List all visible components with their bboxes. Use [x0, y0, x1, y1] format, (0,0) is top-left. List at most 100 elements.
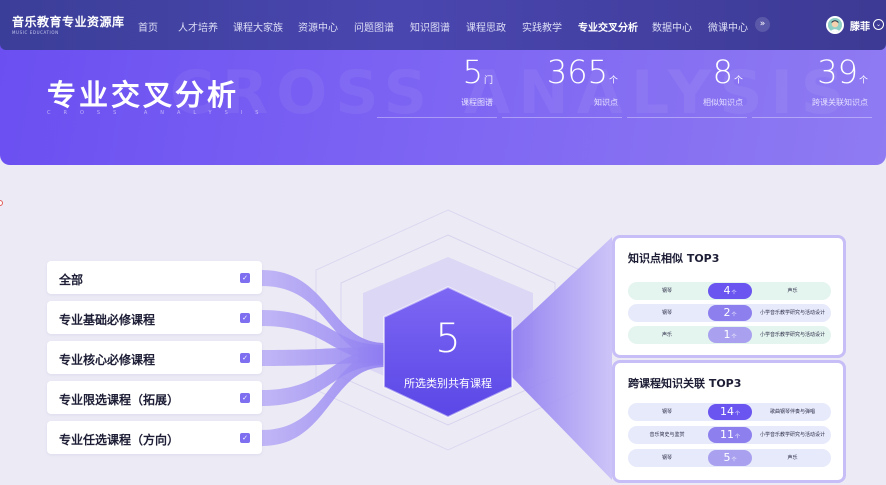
stat-label: 知识点	[594, 98, 618, 107]
row-right-course: 小学音乐教学研究与活动设计	[759, 332, 825, 338]
checkbox-checked-icon[interactable]: ✓	[240, 393, 250, 403]
nav-item-ideology[interactable]: 课程思政	[466, 19, 506, 34]
row-left-course: 钢琴	[661, 288, 672, 294]
card-title: 知识点相似 TOP3	[628, 252, 720, 265]
row-count-unit: 个	[734, 411, 740, 417]
row-count-unit: 个	[731, 312, 737, 318]
row-count-pill: 11个	[708, 427, 752, 443]
user-name[interactable]: 滕菲	[850, 18, 870, 33]
row-count: 4	[723, 284, 731, 297]
stat-label: 跨课关联知识点	[812, 98, 868, 107]
row-right-course: 声乐	[787, 288, 798, 294]
row-right-course: 声乐	[787, 455, 798, 461]
stat-unit: 个	[733, 76, 743, 86]
stat-value: 8	[712, 53, 733, 91]
row-count-pill: 1个	[708, 327, 752, 343]
similar-row[interactable]: 声乐 1个 小学音乐教学研究与活动设计	[628, 326, 831, 344]
category-label: 专业基础必修课程	[59, 313, 156, 327]
category-core-required[interactable]: 专业核心必修课程 ✓	[47, 341, 262, 374]
stat-knowledge-points: 365个 知识点	[502, 52, 622, 120]
stat-course-graphs: 5门 课程图谱	[377, 52, 497, 120]
nav-item-course-family[interactable]: 课程大家族	[233, 19, 283, 34]
stat-unit: 个	[608, 76, 618, 86]
row-left-course: 声乐	[661, 332, 672, 338]
checkbox-checked-icon[interactable]: ✓	[240, 433, 250, 443]
nav-more-button[interactable]: »	[755, 17, 770, 32]
nav-item-practice[interactable]: 实践教学	[522, 19, 562, 34]
avatar-icon	[828, 18, 842, 32]
cross-row[interactable]: 钢琴 5个 声乐	[628, 449, 831, 467]
row-count-pill: 14个	[708, 404, 752, 420]
stat-label: 课程图谱	[461, 98, 493, 107]
stat-value: 5	[462, 53, 483, 91]
row-count-pill: 4个	[708, 283, 752, 299]
nav-item-talent[interactable]: 人才培养	[178, 19, 218, 34]
similar-row[interactable]: 钢琴 4个 声乐	[628, 282, 831, 300]
nav-item-micro-course[interactable]: 微课中心	[708, 19, 748, 34]
stat-similar-points: 8个 相似知识点	[627, 52, 747, 120]
row-left-course: 钢琴	[661, 455, 672, 461]
stat-cross-course-points: 39个 跨课关联知识点	[752, 52, 872, 120]
page-title: 专业交叉分析	[47, 78, 240, 112]
center-caption: 所选类别共有课程	[404, 377, 492, 390]
category-label: 全部	[59, 273, 84, 287]
row-left-course: 钢琴	[661, 409, 672, 415]
user-dropdown-icon[interactable]: ⌄	[873, 19, 884, 30]
row-right-course: 小学音乐教学研究与活动设计	[759, 432, 825, 438]
row-count: 14	[719, 405, 734, 418]
user-avatar[interactable]	[826, 16, 844, 34]
stat-value: 365	[546, 53, 608, 91]
stat-divider	[752, 117, 872, 118]
nav-item-data-center[interactable]: 数据中心	[652, 19, 692, 34]
category-foundation-required[interactable]: 专业基础必修课程 ✓	[47, 301, 262, 334]
page-subtitle: CROSS ANALYSIS	[47, 110, 272, 116]
nav-item-resources[interactable]: 资源中心	[298, 19, 338, 34]
hero-banner: CROSS ANALYSIS 专业交叉分析 CROSS ANALYSIS 5门 …	[0, 40, 886, 165]
row-count-unit: 个	[731, 457, 737, 463]
similar-row[interactable]: 钢琴 2个 小学音乐教学研究与活动设计	[628, 304, 831, 322]
center-course-count: 5	[435, 316, 461, 362]
brand-title[interactable]: 音乐教育专业资源库	[12, 13, 125, 30]
stat-divider	[502, 117, 622, 118]
checkbox-checked-icon[interactable]: ✓	[240, 273, 250, 283]
nav-item-problem-graph[interactable]: 问题图谱	[354, 19, 394, 34]
checkbox-checked-icon[interactable]: ✓	[240, 313, 250, 323]
stat-unit: 个	[858, 76, 868, 86]
row-count: 5	[723, 451, 731, 464]
category-all[interactable]: 全部 ✓	[47, 261, 262, 294]
category-label: 专业任选课程（方向）	[59, 433, 180, 447]
nav-item-knowledge-graph[interactable]: 知识图谱	[410, 19, 450, 34]
row-left-course: 音乐简史与鉴赏	[649, 432, 685, 438]
row-left-course: 钢琴	[661, 310, 672, 316]
stat-divider	[627, 117, 747, 118]
row-count-pill: 2个	[708, 305, 752, 321]
brand-subtitle: MUSIC EDUCATION	[12, 30, 59, 35]
row-count: 1	[723, 328, 731, 341]
stat-divider	[377, 117, 497, 118]
stat-label: 相似知识点	[703, 98, 743, 107]
checkbox-checked-icon[interactable]: ✓	[240, 353, 250, 363]
row-count-unit: 个	[731, 334, 737, 340]
cross-row[interactable]: 钢琴 14个 歌曲钢琴伴奏与弹唱	[628, 403, 831, 421]
cross-row[interactable]: 音乐简史与鉴赏 11个 小学音乐教学研究与活动设计	[628, 426, 831, 444]
row-right-course: 歌曲钢琴伴奏与弹唱	[769, 409, 815, 415]
category-limited-elective[interactable]: 专业限选课程（拓展） ✓	[47, 381, 262, 414]
flow-fan	[510, 237, 612, 480]
stat-unit: 门	[483, 76, 493, 86]
category-optional-elective[interactable]: 专业任选课程（方向） ✓	[47, 421, 262, 454]
nav-item-cross-analysis[interactable]: 专业交叉分析	[578, 19, 638, 34]
stat-value: 39	[817, 53, 858, 91]
nav-item-home[interactable]: 首页	[138, 19, 158, 34]
row-right-course: 小学音乐教学研究与活动设计	[759, 310, 825, 316]
row-count: 2	[723, 306, 731, 319]
similar-top3-card: 知识点相似 TOP3 钢琴 4个 声乐 钢琴 2个 小学音乐教学研究与活动设计 …	[612, 235, 846, 358]
row-count-unit: 个	[734, 434, 740, 440]
category-label: 专业限选课程（拓展）	[59, 393, 180, 407]
category-label: 专业核心必修课程	[59, 353, 156, 367]
row-count: 11	[719, 428, 734, 441]
row-count-pill: 5个	[708, 450, 752, 466]
cross-top3-card: 跨课程知识关联 TOP3 钢琴 14个 歌曲钢琴伴奏与弹唱 音乐简史与鉴赏 11…	[612, 360, 846, 483]
card-title: 跨课程知识关联 TOP3	[628, 377, 742, 390]
top-nav: 音乐教育专业资源库 MUSIC EDUCATION 首页 人才培养 课程大家族 …	[0, 0, 886, 50]
row-count-unit: 个	[731, 290, 737, 296]
